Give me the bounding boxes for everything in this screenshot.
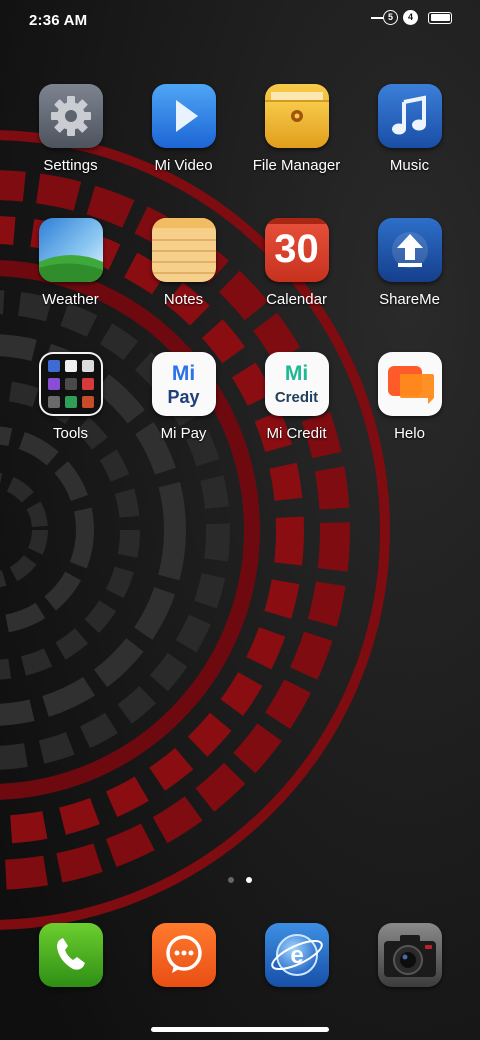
app-mi-pay[interactable]: Mi Pay Mi Pay bbox=[127, 352, 240, 480]
app-grid: Settings Mi Video File Manager Music Wea… bbox=[14, 84, 466, 480]
camera-icon bbox=[377, 923, 442, 987]
messaging-icon bbox=[151, 923, 216, 987]
mi-credit-logo-top: Mi bbox=[284, 362, 309, 385]
app-label: Mi Pay bbox=[160, 425, 207, 442]
app-label: ShareMe bbox=[379, 291, 440, 308]
app-label: Settings bbox=[43, 157, 98, 174]
app-tools-folder[interactable]: Tools bbox=[14, 352, 127, 480]
notepad-icon bbox=[151, 218, 216, 282]
app-mi-video[interactable]: Mi Video bbox=[127, 84, 240, 212]
upload-arrow-icon bbox=[377, 218, 442, 282]
app-label: Calendar bbox=[266, 291, 327, 308]
mi-pay-icon: Mi Pay bbox=[151, 352, 216, 416]
folder-icon bbox=[264, 84, 329, 148]
app-helo[interactable]: Helo bbox=[353, 352, 466, 480]
helo-chat-icon bbox=[377, 352, 442, 416]
music-note-icon bbox=[377, 84, 442, 148]
page-dot-2[interactable] bbox=[246, 877, 252, 883]
mi-credit-logo-bottom: Credit bbox=[274, 389, 319, 406]
app-label: Notes bbox=[163, 291, 204, 308]
weather-landscape-icon bbox=[38, 218, 103, 282]
app-label: Mi Video bbox=[154, 157, 213, 174]
app-notes[interactable]: Notes bbox=[127, 218, 240, 346]
status-bar: 2:36 AM 5 4 bbox=[0, 0, 480, 44]
clock: 2:36 AM bbox=[29, 12, 88, 29]
app-weather[interactable]: Weather bbox=[14, 218, 127, 346]
home-indicator[interactable] bbox=[151, 1027, 329, 1032]
mi-pay-logo-bottom: Pay bbox=[167, 387, 200, 407]
app-file-manager[interactable]: File Manager bbox=[240, 84, 353, 212]
dock: e bbox=[14, 923, 466, 993]
mi-pay-logo-top: Mi bbox=[171, 362, 196, 385]
sim2-signal-icon: 4 bbox=[403, 10, 418, 25]
calendar-icon: 30 bbox=[264, 218, 329, 282]
app-label: File Manager bbox=[252, 157, 341, 174]
calendar-day: 30 bbox=[274, 227, 319, 271]
app-label: Mi Credit bbox=[266, 425, 327, 442]
app-mi-credit[interactable]: Mi Credit Mi Credit bbox=[240, 352, 353, 480]
app-shareme[interactable]: ShareMe bbox=[353, 218, 466, 346]
phone-icon bbox=[38, 923, 103, 987]
dock-phone[interactable] bbox=[14, 923, 127, 993]
play-icon bbox=[151, 84, 216, 148]
mi-credit-icon: Mi Credit bbox=[264, 352, 329, 416]
app-label: Helo bbox=[394, 425, 425, 442]
app-settings[interactable]: Settings bbox=[14, 84, 127, 212]
battery-icon bbox=[428, 11, 452, 24]
app-label: Weather bbox=[42, 291, 99, 308]
dock-camera[interactable] bbox=[353, 923, 466, 993]
dock-messaging[interactable] bbox=[127, 923, 240, 993]
page-indicator bbox=[0, 877, 480, 883]
app-label: Tools bbox=[52, 425, 89, 442]
tools-folder-icon bbox=[38, 352, 103, 416]
app-calendar[interactable]: 30 Calendar bbox=[240, 218, 353, 346]
browser-globe-icon: e bbox=[264, 923, 329, 987]
sim1-signal-icon: 5 bbox=[371, 10, 398, 25]
gear-icon bbox=[38, 84, 103, 148]
dock-browser[interactable]: e bbox=[240, 923, 353, 993]
app-music[interactable]: Music bbox=[353, 84, 466, 212]
app-label: Music bbox=[389, 157, 430, 174]
page-dot-1[interactable] bbox=[228, 877, 234, 883]
